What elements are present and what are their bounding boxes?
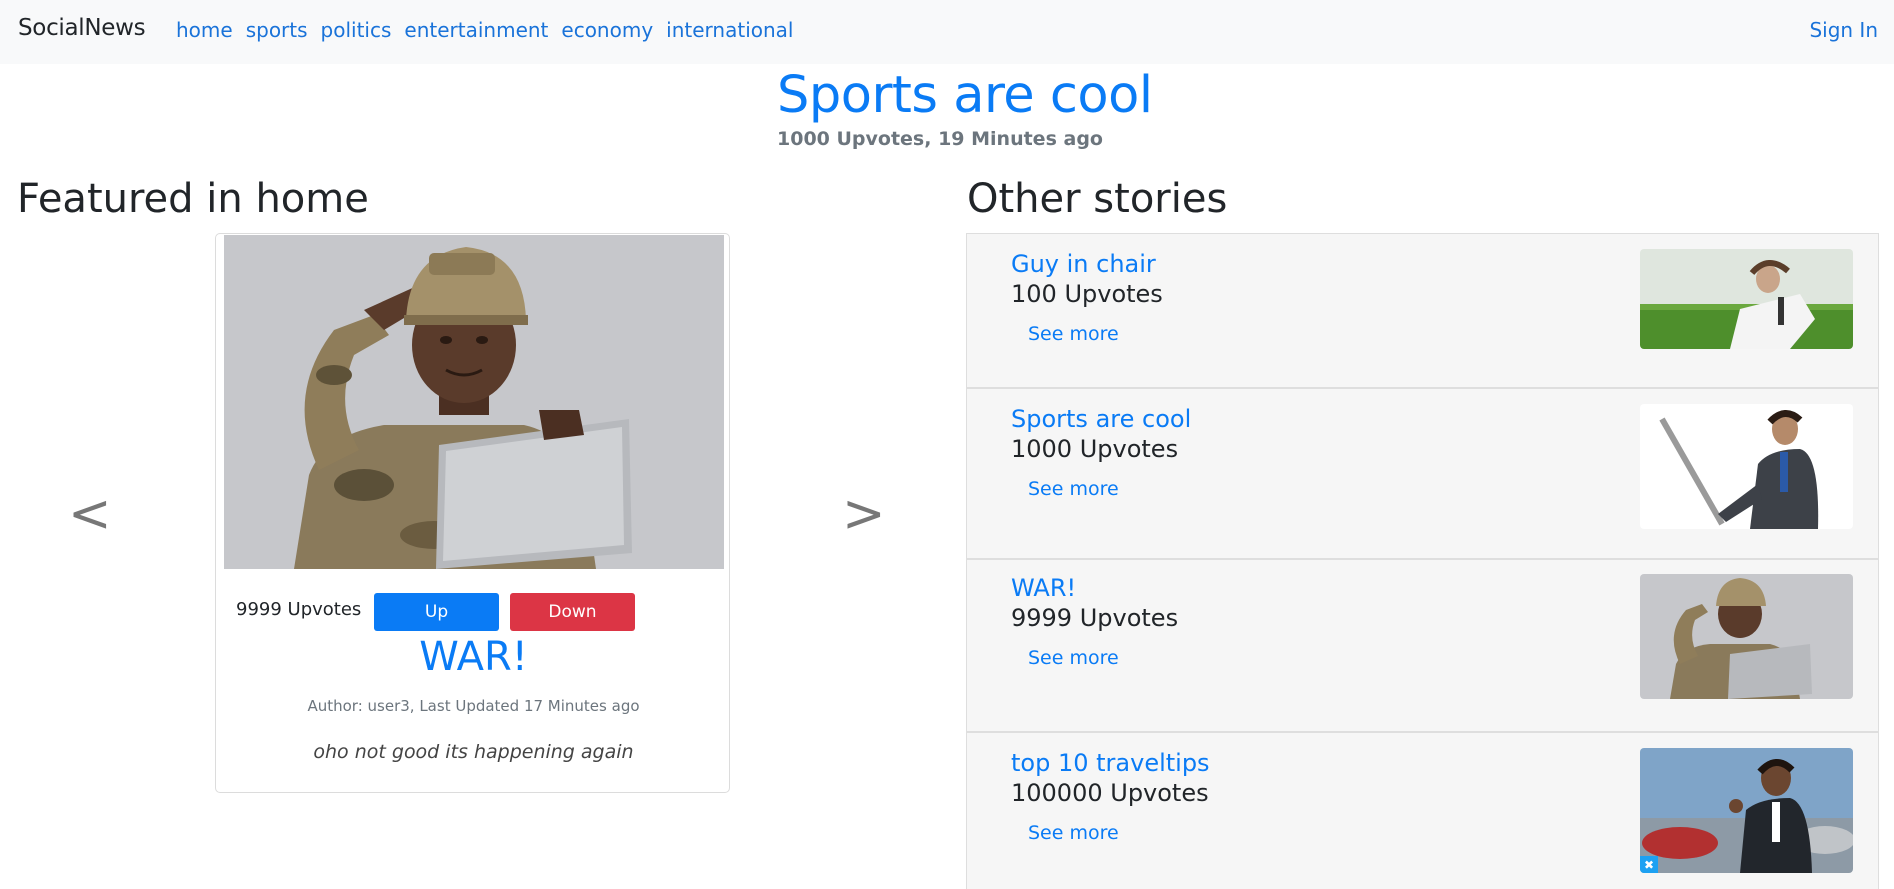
story-votes: 9999 Upvotes [1011,604,1179,632]
other-stories-list: Guy in chair 100 Upvotes See more Sports… [966,233,1879,889]
story-thumbnail [1640,249,1853,349]
nav-link-politics[interactable]: politics [321,18,392,42]
story-item: Guy in chair 100 Upvotes See more [966,233,1879,388]
hero-meta: 1000 Upvotes, 19 Minutes ago [777,128,1103,150]
other-stories-heading: Other stories [967,176,1228,222]
downvote-button[interactable]: Down [510,593,635,631]
story-thumbnail: ✖ [1640,748,1853,873]
hero-title[interactable]: Sports are cool [777,66,1153,125]
story-votes: 1000 Upvotes [1011,435,1179,463]
carousel-prev-button[interactable]: < [68,488,112,540]
story-title[interactable]: Guy in chair [1011,250,1156,278]
featured-heading: Featured in home [17,176,369,222]
see-more-link[interactable]: See more [1028,478,1119,500]
featured-upvote-count: 9999 Upvotes [236,599,362,620]
story-title[interactable]: Sports are cool [1011,405,1191,433]
featured-card: 9999 Upvotes Up Down WAR! Author: user3,… [215,233,730,793]
featured-author: Author: user3, Last Updated 17 Minutes a… [307,697,640,715]
nav-link-economy[interactable]: economy [561,18,653,42]
carousel-next-button[interactable]: > [842,488,886,540]
story-item: top 10 traveltips 100000 Upvotes See mor… [966,732,1879,889]
story-thumbnail [1640,404,1853,529]
nav-link-sports[interactable]: sports [246,18,308,42]
story-title[interactable]: WAR! [1011,574,1076,602]
navbar: SocialNews home sports politics entertai… [0,0,1894,64]
brand-logo[interactable]: SocialNews [18,15,146,41]
sign-in-link[interactable]: Sign In [1809,18,1878,42]
see-more-link[interactable]: See more [1028,323,1119,345]
story-votes: 100 Upvotes [1011,280,1163,308]
story-item: Sports are cool 1000 Upvotes See more [966,388,1879,559]
nav-link-entertainment[interactable]: entertainment [404,18,548,42]
featured-image [224,235,724,569]
upvote-button[interactable]: Up [374,593,499,631]
story-title[interactable]: top 10 traveltips [1011,749,1210,777]
see-more-link[interactable]: See more [1028,822,1119,844]
story-votes: 100000 Upvotes [1011,779,1209,807]
svg-text:✖: ✖ [1644,858,1654,872]
story-item: WAR! 9999 Upvotes See more [966,559,1879,732]
nav-links: home sports politics entertainment econo… [176,18,806,42]
nav-link-home[interactable]: home [176,18,233,42]
nav-link-international[interactable]: international [666,18,793,42]
featured-description: oho not good its happening again [313,741,634,763]
story-thumbnail [1640,574,1853,699]
see-more-link[interactable]: See more [1028,647,1119,669]
featured-title[interactable]: WAR! [216,634,731,680]
